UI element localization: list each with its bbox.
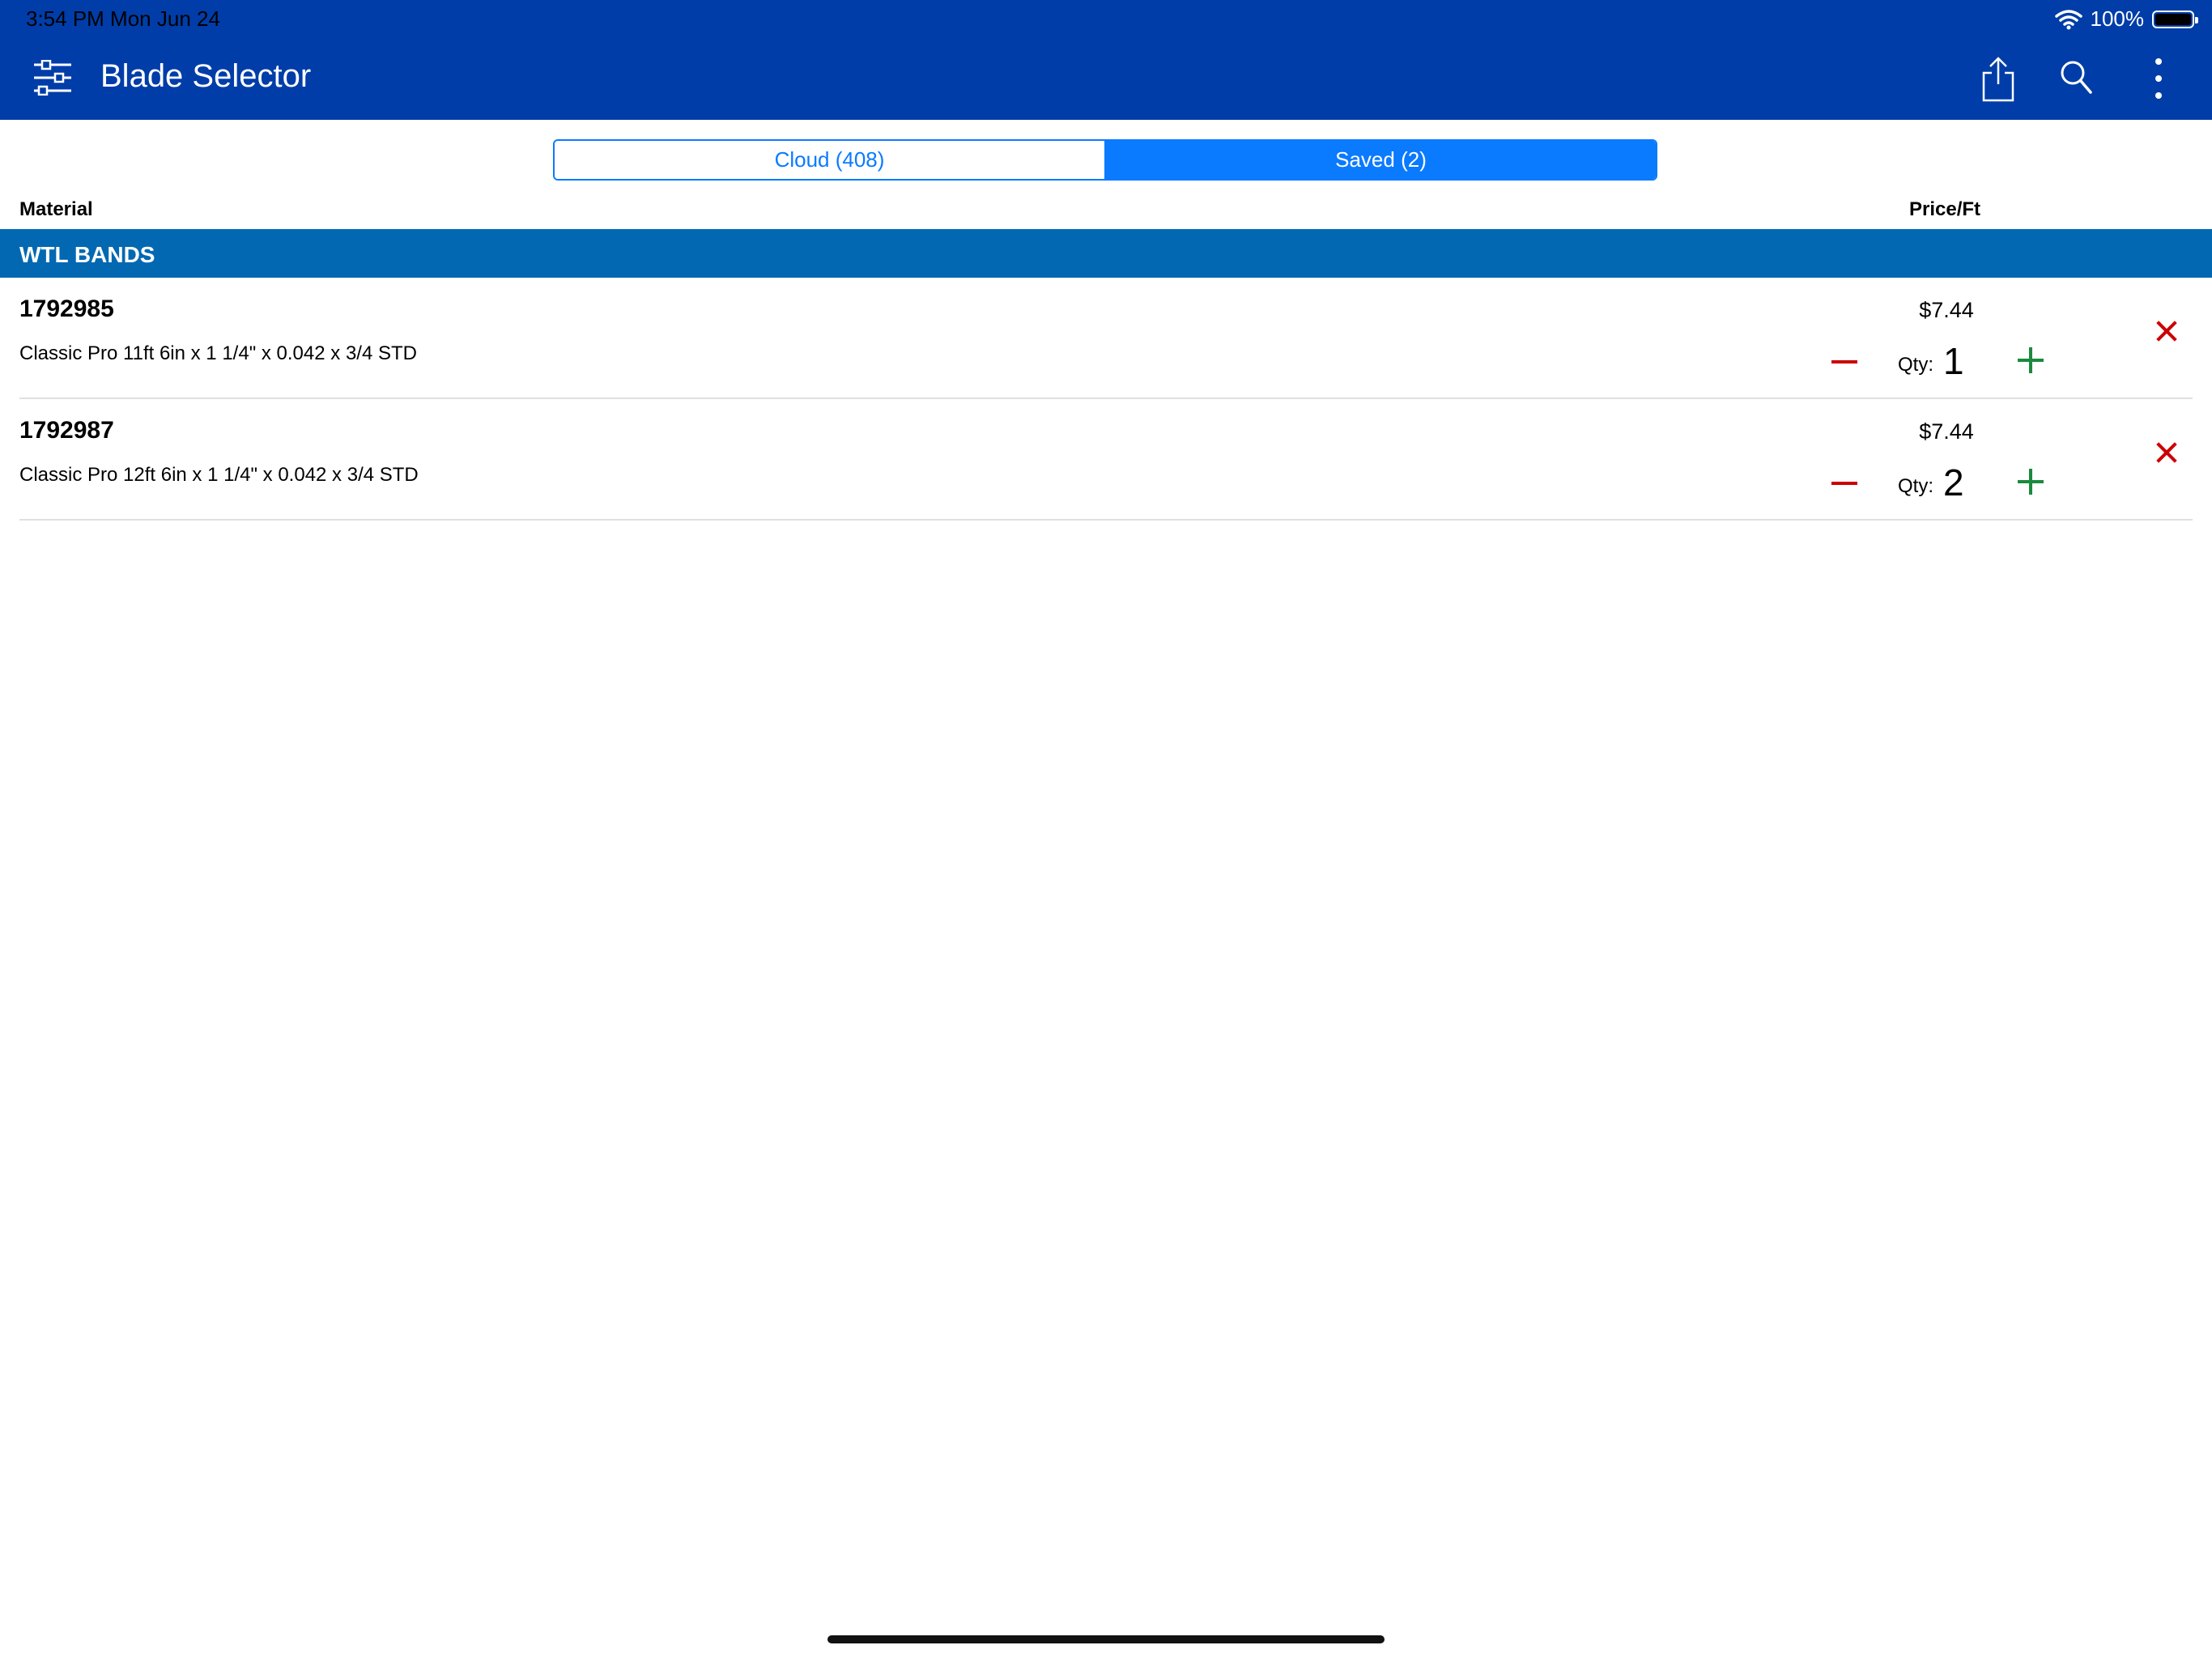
qty-value: 2 <box>1943 461 1964 504</box>
more-icon[interactable] <box>2142 57 2175 100</box>
item-number: 1792985 <box>19 295 114 322</box>
item-description: Classic Pro 11ft 6in x 1 1/4" x 0.042 x … <box>19 342 417 364</box>
battery-percentage: 100% <box>2090 6 2145 31</box>
decrease-qty-button[interactable] <box>1828 346 1861 378</box>
list-item: 1792987 Classic Pro 12ft 6in x 1 1/4" x … <box>0 399 2212 521</box>
row-divider <box>19 519 2193 521</box>
search-icon[interactable] <box>2060 60 2092 96</box>
status-time: 3:54 PM Mon Jun 24 <box>26 6 220 31</box>
tab-saved[interactable]: Saved (2) <box>1106 141 1656 179</box>
source-segmented-control: Cloud (408) Saved (2) <box>553 139 1657 181</box>
increase-qty-button[interactable] <box>2014 344 2047 376</box>
column-header-material: Material <box>19 198 93 220</box>
tab-cloud[interactable]: Cloud (408) <box>555 141 1106 179</box>
column-header-price: Price/Ft <box>1909 198 1981 220</box>
increase-qty-button[interactable] <box>2014 466 2047 498</box>
battery-icon <box>2152 10 2198 28</box>
list-item: 1792985 Classic Pro 11ft 6in x 1 1/4" x … <box>0 278 2212 399</box>
qty-value: 1 <box>1943 340 1964 382</box>
wifi-icon <box>2054 9 2082 29</box>
qty-label: Qty: <box>1898 354 1934 376</box>
filter-icon[interactable] <box>32 60 73 96</box>
item-description: Classic Pro 12ft 6in x 1 1/4" x 0.042 x … <box>19 464 419 486</box>
share-icon[interactable] <box>1979 57 2018 102</box>
navigation-bar: 3:54 PM Mon Jun 24 100% Blade Selector <box>0 0 2212 120</box>
app-title: Blade Selector <box>100 58 312 94</box>
item-price: $7.44 <box>1919 298 1974 322</box>
status-indicators: 100% <box>2054 6 2198 32</box>
home-indicator[interactable] <box>827 1635 1385 1643</box>
item-number: 1792987 <box>19 417 114 444</box>
qty-label: Qty: <box>1898 475 1934 497</box>
decrease-qty-button[interactable] <box>1828 467 1861 500</box>
section-header: WTL BANDS <box>0 229 2212 278</box>
item-price: $7.44 <box>1919 419 1974 444</box>
section-title: WTL BANDS <box>19 242 155 267</box>
remove-item-button[interactable] <box>2154 440 2180 466</box>
remove-item-button[interactable] <box>2154 318 2180 344</box>
